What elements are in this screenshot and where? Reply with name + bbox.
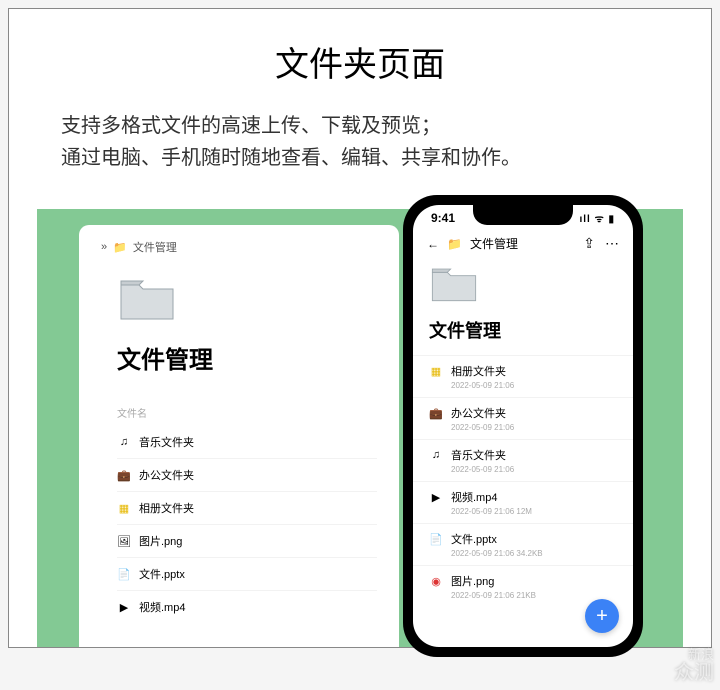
album-icon: ▦	[117, 501, 131, 515]
item-label: 相册文件夹	[451, 363, 506, 379]
item-label: 办公文件夹	[451, 405, 506, 421]
item-label: 音乐文件夹	[451, 447, 506, 463]
item-label: 图片.png	[139, 533, 182, 549]
desktop-breadcrumb[interactable]: » 📁 文件管理	[101, 239, 377, 255]
list-item[interactable]: ♫ 音乐文件夹	[117, 426, 377, 458]
list-item[interactable]: ▦ 相册文件夹 2022-05-09 21:06	[413, 355, 633, 397]
video-icon: ▶	[117, 600, 131, 614]
hero-sub-line2: 通过电脑、手机随时随地查看、编辑、共享和协作。	[61, 147, 521, 169]
phone-notch	[473, 205, 573, 225]
item-label: 视频.mp4	[139, 599, 185, 615]
folder-large-icon	[429, 264, 633, 309]
phone-frame: 9:41 ıll ᯤ ▮ ← 📁 文件管理 ⇪ ⋯	[403, 195, 643, 657]
green-backdrop: » 📁 文件管理 文件管理 文件名 ♫ 音乐文件夹 💼 办公文件夹 ▦ 相册文件夹 🖼…	[37, 209, 683, 647]
album-icon: ▦	[429, 364, 443, 378]
item-meta: 2022-05-09 21:06 12M	[451, 507, 617, 516]
more-icon[interactable]: ⋯	[605, 235, 619, 252]
item-label: 文件.pptx	[139, 566, 185, 582]
add-button[interactable]: +	[585, 599, 619, 633]
item-label: 图片.png	[451, 573, 494, 589]
hero-subtitle: 支持多格式文件的高速上传、下载及预览； 通过电脑、手机随时随地查看、编辑、共享和…	[61, 110, 711, 174]
list-item[interactable]: ▶ 视频.mp4	[117, 590, 377, 623]
desktop-window: » 📁 文件管理 文件管理 文件名 ♫ 音乐文件夹 💼 办公文件夹 ▦ 相册文件夹 🖼…	[79, 225, 399, 647]
desktop-column-header: 文件名	[117, 405, 377, 420]
list-item[interactable]: 📄 文件.pptx 2022-05-09 21:06 34.2KB	[413, 523, 633, 565]
list-item[interactable]: 💼 办公文件夹	[117, 458, 377, 491]
desktop-heading: 文件管理	[117, 340, 377, 375]
item-label: 视频.mp4	[451, 489, 497, 505]
phone-screen: 9:41 ıll ᯤ ▮ ← 📁 文件管理 ⇪ ⋯	[413, 205, 633, 647]
item-label: 文件.pptx	[451, 531, 497, 547]
breadcrumb-chevron-icon: »	[101, 241, 107, 253]
item-meta: 2022-05-09 21:06	[451, 423, 617, 432]
briefcase-icon: 💼	[429, 406, 443, 420]
watermark-line1: 新浪	[688, 647, 714, 662]
item-meta: 2022-05-09 21:06	[451, 465, 617, 474]
image-icon: ◉	[429, 574, 443, 588]
phone-file-list: ▦ 相册文件夹 2022-05-09 21:06 💼 办公文件夹 2022-05-09 …	[413, 355, 633, 607]
share-icon[interactable]: ⇪	[583, 235, 595, 252]
phone-breadcrumb[interactable]: 文件管理	[470, 235, 518, 252]
video-icon: ▶	[429, 490, 443, 504]
watermark: 新浪 众测	[674, 648, 714, 684]
item-label: 音乐文件夹	[139, 434, 194, 450]
list-item[interactable]: ▦ 相册文件夹	[117, 491, 377, 524]
phone-heading: 文件管理	[429, 317, 633, 343]
watermark-line2: 众测	[674, 662, 714, 684]
list-item[interactable]: 💼 办公文件夹 2022-05-09 21:06	[413, 397, 633, 439]
list-item[interactable]: ♫ 音乐文件夹 2022-05-09 21:06	[413, 439, 633, 481]
briefcase-icon: 💼	[117, 468, 131, 482]
file-icon: 📄	[429, 532, 443, 546]
status-time: 9:41	[431, 211, 455, 225]
breadcrumb-label: 文件管理	[133, 239, 177, 255]
phone-nav: ← 📁 文件管理 ⇪ ⋯	[413, 225, 633, 258]
folder-large-icon	[117, 275, 377, 328]
item-label: 办公文件夹	[139, 467, 194, 483]
item-meta: 2022-05-09 21:06 21KB	[451, 591, 617, 600]
folder-small-icon: 📁	[447, 237, 462, 251]
item-label: 相册文件夹	[139, 500, 194, 516]
list-item[interactable]: ▶ 视频.mp4 2022-05-09 21:06 12M	[413, 481, 633, 523]
hero-sub-line1: 支持多格式文件的高速上传、下载及预览；	[61, 115, 441, 137]
image-icon: 🖼	[117, 534, 131, 548]
folder-small-icon: 📁	[113, 241, 127, 254]
status-icons: ıll ᯤ ▮	[579, 211, 615, 225]
hero-title: 文件夹页面	[9, 37, 711, 86]
back-icon[interactable]: ←	[427, 237, 439, 251]
list-item[interactable]: 🖼 图片.png	[117, 524, 377, 557]
file-icon: 📄	[117, 567, 131, 581]
music-icon: ♫	[117, 435, 131, 449]
list-item[interactable]: 📄 文件.pptx	[117, 557, 377, 590]
item-meta: 2022-05-09 21:06 34.2KB	[451, 549, 617, 558]
desktop-file-list: ♫ 音乐文件夹 💼 办公文件夹 ▦ 相册文件夹 🖼 图片.png 📄 文件.pptx ▶ 视…	[117, 426, 377, 623]
promo-frame: 文件夹页面 支持多格式文件的高速上传、下载及预览； 通过电脑、手机随时随地查看、…	[8, 8, 712, 648]
item-meta: 2022-05-09 21:06	[451, 381, 617, 390]
music-icon: ♫	[429, 448, 443, 462]
